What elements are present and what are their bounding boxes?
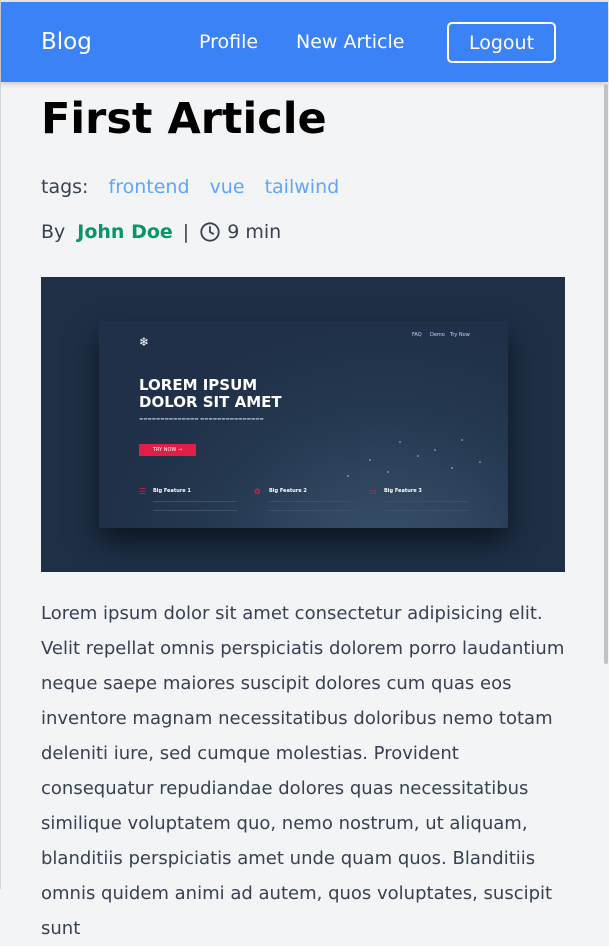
read-time: 9 min — [227, 221, 282, 243]
landing-page-mockup: ❄ FAQ Demo Try Now LOREM IPSUM DOLOR SIT… — [99, 321, 508, 528]
nav-link-new-article[interactable]: New Article — [296, 31, 404, 53]
mock-feature-2-text — [269, 501, 353, 511]
navbar: Blog Profile New Article Logout — [1, 2, 608, 82]
mock-nav-faq: FAQ — [412, 332, 422, 338]
scrollbar-thumb[interactable] — [604, 84, 608, 664]
mock-headline-line1: LOREM IPSUM — [139, 376, 258, 394]
mock-nav-try-now: Try Now — [450, 332, 470, 338]
tag-frontend[interactable]: frontend — [109, 176, 190, 198]
article-body: Lorem ipsum dolor sit amet consectetur a… — [41, 603, 565, 939]
mock-headline-line2: DOLOR SIT AMET — [139, 393, 282, 411]
mock-subtext-placeholder: ▬▬▬▬▬▬▬▬▬▬▬▬▬▬ ▬▬▬▬▬▬▬▬▬▬▬▬▬▬▬ — [139, 417, 264, 422]
tag-vue[interactable]: vue — [210, 176, 245, 198]
author-link[interactable]: John Doe — [77, 221, 173, 243]
snowflake-icon: ❄ — [139, 335, 150, 349]
logout-button[interactable]: Logout — [447, 22, 556, 63]
mock-feature-3: Big Feature 3 — [384, 488, 422, 494]
brand-link[interactable]: Blog — [41, 29, 92, 55]
article-title: First Article — [41, 94, 327, 144]
mock-try-now-button: TRY NOW → — [139, 444, 196, 456]
mock-feature-1: Big Feature 1 — [153, 488, 191, 494]
mock-headline: LOREM IPSUM DOLOR SIT AMET — [139, 377, 369, 411]
article-meta: By John Doe | 9 min — [41, 221, 281, 243]
mock-feature-1-text — [153, 501, 237, 511]
tag-list: tags: frontend vue tailwind — [41, 176, 339, 198]
article-cover-image: ❄ FAQ Demo Try Now LOREM IPSUM DOLOR SIT… — [41, 277, 565, 572]
nav-link-profile[interactable]: Profile — [199, 31, 258, 53]
feature-3-icon: ▭ — [369, 487, 377, 496]
tag-tailwind[interactable]: tailwind — [265, 176, 340, 198]
mock-nav-demo: Demo — [430, 332, 445, 338]
mock-feature-2: Big Feature 2 — [269, 488, 307, 494]
tags-label: tags: — [41, 176, 89, 198]
feature-1-icon: ☰ — [139, 487, 147, 496]
window-left-border — [0, 0, 1, 889]
feature-2-icon: ✿ — [254, 487, 261, 496]
clock-icon — [200, 222, 220, 242]
by-label: By — [41, 221, 66, 243]
meta-separator: | — [182, 221, 190, 243]
mock-feature-3-text — [384, 501, 468, 511]
